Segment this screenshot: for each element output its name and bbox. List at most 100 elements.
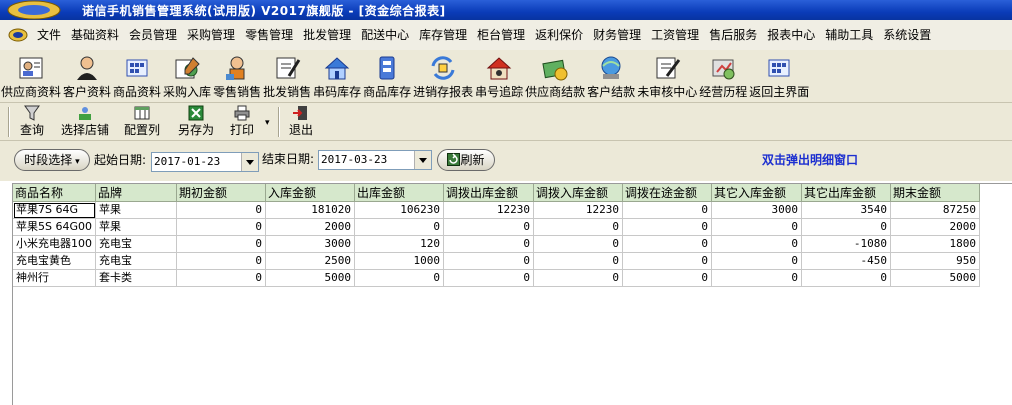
table-cell[interactable]: 苹果 [95,201,177,219]
toolbar-history-button[interactable]: 经营历程 [698,50,748,102]
table-cell[interactable]: 0 [801,218,891,236]
table-cell[interactable]: 0 [176,235,266,253]
query-button[interactable]: 查询 [20,105,44,137]
column-header[interactable]: 其它出库金额 [801,184,891,202]
table-cell[interactable]: 181020 [265,201,355,219]
toolbar-customer-payment-button[interactable]: 客户结款 [586,50,636,102]
column-header[interactable]: 其它入库金额 [711,184,802,202]
menu-basic-data[interactable]: 基础资料 [66,20,124,50]
select-store-button[interactable]: 选择店铺 [61,105,109,137]
toolbar-serial-trace-button[interactable]: 串号追踪 [474,50,524,102]
menu-after-sales[interactable]: 售后服务 [704,20,762,50]
refresh-button[interactable]: 刷新 [437,149,495,171]
table-row[interactable]: 苹果7S 64G 苹果 0 181020 106230 12230 12230 … [13,201,980,219]
table-cell[interactable]: 0 [711,235,802,253]
table-cell[interactable]: 5000 [890,269,980,287]
toolbar-supplier-button[interactable]: 供应商资料 [0,50,62,102]
start-date-picker[interactable]: 2017-01-23 [151,152,259,172]
table-cell[interactable]: 苹果 [95,218,177,236]
table-cell[interactable]: 0 [533,269,623,287]
toolbar-report-button[interactable]: 进销存报表 [412,50,474,102]
table-cell[interactable]: 0 [622,235,712,253]
table-cell[interactable]: 120 [354,235,444,253]
table-row[interactable]: 神州行 套卡类 0 5000 0 0 0 0 0 0 5000 [13,269,980,287]
toolbar-retail-button[interactable]: 零售销售 [212,50,262,102]
menu-counter[interactable]: 柜台管理 [472,20,530,50]
column-header[interactable]: 入库金额 [265,184,355,202]
menu-tools[interactable]: 辅助工具 [820,20,878,50]
table-cell[interactable]: 0 [443,235,534,253]
table-cell[interactable]: 0 [176,269,266,287]
toolbar-unaudited-button[interactable]: 未审核中心 [636,50,698,102]
table-cell[interactable]: 3540 [801,201,891,219]
table-cell[interactable]: 0 [354,218,444,236]
menu-reports[interactable]: 报表中心 [762,20,820,50]
config-columns-button[interactable]: 配置列 [124,105,160,137]
table-cell[interactable]: 5000 [265,269,355,287]
table-cell[interactable]: 神州行 [13,269,96,287]
system-menu-icon[interactable] [8,27,28,43]
toolbar-serial-stock-button[interactable]: 串码库存 [312,50,362,102]
toolbar-purchase-button[interactable]: 采购入库 [162,50,212,102]
end-date-picker[interactable]: 2017-03-23 [318,150,432,170]
toolbar-home-button[interactable]: 返回主界面 [748,50,810,102]
table-cell[interactable]: 苹果5S 64G00 [13,218,96,236]
menu-payroll[interactable]: 工资管理 [646,20,704,50]
data-grid[interactable]: 商品名称 品牌 期初金额 入库金额 出库金额 调拨出库金额 调拨入库金额 调拨在… [12,183,1012,405]
chevron-down-icon[interactable] [414,151,431,169]
table-cell[interactable]: 小米充电器100 [13,235,96,253]
toolbar-customer-button[interactable]: 客户资料 [62,50,112,102]
toolbar-supplier-payment-button[interactable]: 供应商结款 [524,50,586,102]
table-cell[interactable]: 0 [622,252,712,270]
table-row[interactable]: 充电宝黄色 充电宝 0 2500 1000 0 0 0 0 -450 950 [13,252,980,270]
column-header[interactable]: 品牌 [95,184,177,202]
menu-inventory[interactable]: 库存管理 [414,20,472,50]
table-cell[interactable]: 0 [176,252,266,270]
column-header[interactable]: 调拨出库金额 [443,184,534,202]
table-cell[interactable]: 2000 [265,218,355,236]
menu-purchase[interactable]: 采购管理 [182,20,240,50]
table-cell[interactable]: 0 [711,218,802,236]
table-cell[interactable]: 0 [533,252,623,270]
save-as-button[interactable]: 另存为 [178,105,214,137]
table-cell[interactable]: 充电宝 [95,252,177,270]
table-cell[interactable]: 套卡类 [95,269,177,287]
chevron-down-icon[interactable] [241,153,258,171]
menu-distribution[interactable]: 配送中心 [356,20,414,50]
table-cell[interactable]: 0 [711,252,802,270]
column-header[interactable]: 出库金额 [354,184,444,202]
menu-file[interactable]: 文件 [32,20,66,50]
menu-member[interactable]: 会员管理 [124,20,182,50]
table-cell[interactable]: 0 [354,269,444,287]
menu-retail[interactable]: 零售管理 [240,20,298,50]
table-cell[interactable]: -1080 [801,235,891,253]
table-cell[interactable]: 87250 [890,201,980,219]
table-cell[interactable]: 12230 [443,201,534,219]
exit-button[interactable]: 退出 [289,105,313,137]
table-cell[interactable]: 0 [443,252,534,270]
toolbar-wholesale-button[interactable]: 批发销售 [262,50,312,102]
table-cell[interactable]: 0 [622,218,712,236]
table-cell[interactable]: 1800 [890,235,980,253]
table-cell[interactable]: 2500 [265,252,355,270]
table-cell[interactable]: 3000 [711,201,802,219]
column-header[interactable]: 期初金额 [176,184,266,202]
table-row[interactable]: 小米充电器100 充电宝 0 3000 120 0 0 0 0 -1080 18… [13,235,980,253]
table-cell[interactable]: 0 [176,201,266,219]
table-cell[interactable]: 1000 [354,252,444,270]
table-cell[interactable]: 0 [711,269,802,287]
table-cell[interactable]: 0 [533,235,623,253]
table-cell[interactable]: 0 [533,218,623,236]
table-cell[interactable]: 3000 [265,235,355,253]
table-cell[interactable]: 0 [176,218,266,236]
table-cell[interactable]: 950 [890,252,980,270]
table-cell[interactable]: 0 [801,269,891,287]
column-header[interactable]: 调拨入库金额 [533,184,623,202]
table-cell[interactable]: 充电宝黄色 [13,252,96,270]
print-dropdown-icon[interactable]: ▾ [265,113,270,133]
menu-rebate[interactable]: 返利保价 [530,20,588,50]
column-header[interactable]: 期末金额 [890,184,980,202]
table-cell[interactable]: -450 [801,252,891,270]
table-cell[interactable]: 2000 [890,218,980,236]
print-button[interactable]: 打印 [230,105,254,137]
